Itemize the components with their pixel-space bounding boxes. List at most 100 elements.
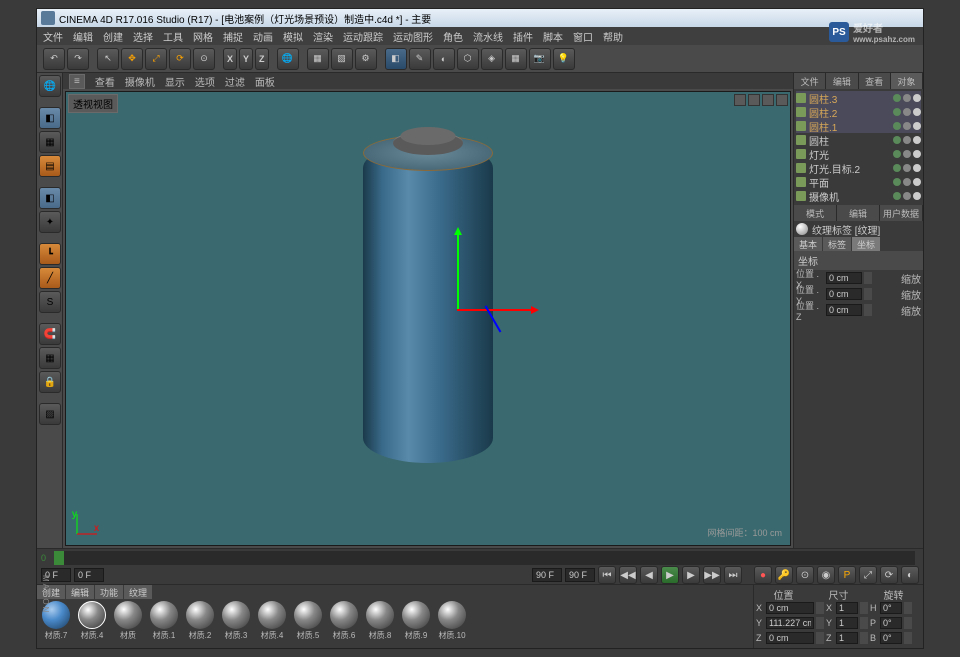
edge-mode[interactable]: ╱ (39, 267, 61, 289)
object-mode[interactable]: ◧ (39, 187, 61, 209)
z-axis-toggle[interactable]: Z (255, 48, 269, 70)
vp-view[interactable]: 查看 (95, 74, 115, 89)
attr-subtab-coord[interactable]: 坐标 (852, 237, 881, 251)
spinner[interactable] (864, 304, 872, 316)
menu-snap[interactable]: 捕捉 (223, 29, 243, 44)
attr-tab-edit[interactable]: 编辑 (837, 205, 880, 221)
last-tool[interactable]: ⊙ (193, 48, 215, 70)
menu-create[interactable]: 创建 (103, 29, 123, 44)
texture-mode[interactable]: ▦ (39, 131, 61, 153)
vp-filter[interactable]: 过滤 (225, 74, 245, 89)
tl-param-key[interactable]: ◐ (901, 566, 919, 584)
gizmo-x-axis[interactable] (457, 309, 537, 311)
tl-prev-key[interactable]: ◀◀ (619, 566, 637, 584)
tl-next-key[interactable]: ▶▶ (703, 566, 721, 584)
timeline-track[interactable] (54, 551, 915, 565)
tl-keyopt2[interactable]: ◉ (817, 566, 835, 584)
attr-subtab-tag[interactable]: 标签 (823, 237, 852, 251)
tl-current-field[interactable] (74, 568, 104, 582)
timeline-playhead[interactable] (54, 551, 64, 565)
tl-pos-key[interactable]: P (838, 566, 856, 584)
coord-size[interactable] (836, 602, 858, 614)
tl-rot-key[interactable]: ⟳ (880, 566, 898, 584)
coord-rot[interactable] (880, 602, 902, 614)
menu-anim[interactable]: 动画 (253, 29, 273, 44)
tl-keyopt1[interactable]: ⊙ (796, 566, 814, 584)
object-item[interactable]: 圆柱.1 (796, 119, 921, 133)
add-camera[interactable]: 📷 (529, 48, 551, 70)
menu-mograph[interactable]: 运动图形 (393, 29, 433, 44)
material-item[interactable]: 材质.4 (255, 601, 289, 646)
coord-rot[interactable] (880, 632, 902, 644)
menu-tools[interactable]: 工具 (163, 29, 183, 44)
tweak-mode[interactable]: ▨ (39, 403, 61, 425)
render-region[interactable]: ▧ (331, 48, 353, 70)
object-item[interactable]: 圆柱 (796, 133, 921, 147)
axis-mode[interactable]: ✦ (39, 211, 61, 233)
object-item[interactable]: 圆柱.2 (796, 105, 921, 119)
vp-options[interactable]: 选项 (195, 74, 215, 89)
tl-goto-start[interactable]: ⏮ (598, 566, 616, 584)
add-cube[interactable]: ◧ (385, 48, 407, 70)
coord-rot[interactable] (880, 617, 902, 629)
attr-input[interactable] (826, 288, 862, 300)
coord-pos[interactable] (766, 632, 814, 644)
material-item[interactable]: 材质.3 (219, 601, 253, 646)
spinner[interactable] (864, 272, 872, 284)
workplane-mode[interactable]: ▤ (39, 155, 61, 177)
object-item[interactable]: 灯光 (796, 147, 921, 161)
tl-prev-frame[interactable]: ◀ (640, 566, 658, 584)
object-item[interactable]: 圆柱.3 (796, 91, 921, 105)
tl-play[interactable]: ▶ (661, 566, 679, 584)
add-light[interactable]: 💡 (553, 48, 575, 70)
menu-select[interactable]: 选择 (133, 29, 153, 44)
select-tool[interactable]: ↖ (97, 48, 119, 70)
tl-autokey[interactable]: 🔑 (775, 566, 793, 584)
attr-subtab-basic[interactable]: 基本 (794, 237, 823, 251)
object-item[interactable]: 摄像机 (796, 189, 921, 203)
mat-tab-edit[interactable]: 编辑 (66, 585, 95, 599)
attr-tab-mode[interactable]: 模式 (794, 205, 837, 221)
tl-end-field[interactable] (532, 568, 562, 582)
vp-nav-icon[interactable] (748, 94, 760, 106)
add-deformer[interactable]: ◈ (481, 48, 503, 70)
x-axis-toggle[interactable]: X (223, 48, 237, 70)
make-editable[interactable]: 🌐 (39, 75, 61, 97)
add-environment[interactable]: ▦ (505, 48, 527, 70)
redo-button[interactable]: ↷ (67, 48, 89, 70)
y-axis-toggle[interactable]: Y (239, 48, 253, 70)
attr-tab-userdata[interactable]: 用户数据 (880, 205, 923, 221)
vp-nav-icon[interactable] (762, 94, 774, 106)
model-mode[interactable]: ◧ (39, 107, 61, 129)
tl-next-frame[interactable]: ▶ (682, 566, 700, 584)
coord-size[interactable] (836, 617, 858, 629)
enable-snap[interactable]: 🧲 (39, 323, 61, 345)
coord-system[interactable]: 🌐 (277, 48, 299, 70)
menu-char[interactable]: 角色 (443, 29, 463, 44)
object-item[interactable]: 平面 (796, 175, 921, 189)
objmgr-tab-file[interactable]: 文件 (794, 73, 826, 89)
tl-range-field[interactable] (565, 568, 595, 582)
viewport-tab[interactable]: ≡ (69, 74, 85, 89)
vp-display[interactable]: 显示 (165, 74, 185, 89)
mat-tab-func[interactable]: 功能 (95, 585, 124, 599)
menu-window[interactable]: 窗口 (573, 29, 593, 44)
material-item[interactable]: 材质.2 (183, 601, 217, 646)
menu-motrack[interactable]: 运动跟踪 (343, 29, 383, 44)
viewport[interactable]: 透视视图 (65, 91, 791, 546)
vp-nav-icon[interactable] (734, 94, 746, 106)
material-item[interactable]: 材质.8 (363, 601, 397, 646)
tl-record[interactable]: ● (754, 566, 772, 584)
vp-panel[interactable]: 面板 (255, 74, 275, 89)
add-nurbs[interactable]: ◐ (433, 48, 455, 70)
rotate-tool[interactable]: ⟳ (169, 48, 191, 70)
point-mode[interactable]: ┗ (39, 243, 61, 265)
render-view[interactable]: ▦ (307, 48, 329, 70)
coord-pos[interactable] (766, 602, 814, 614)
scene-object-cylinder[interactable] (363, 143, 493, 463)
menu-render[interactable]: 渲染 (313, 29, 333, 44)
menu-file[interactable]: 文件 (43, 29, 63, 44)
move-tool[interactable]: ✥ (121, 48, 143, 70)
scale-tool[interactable]: ⤢ (145, 48, 167, 70)
render-settings[interactable]: ⚙ (355, 48, 377, 70)
